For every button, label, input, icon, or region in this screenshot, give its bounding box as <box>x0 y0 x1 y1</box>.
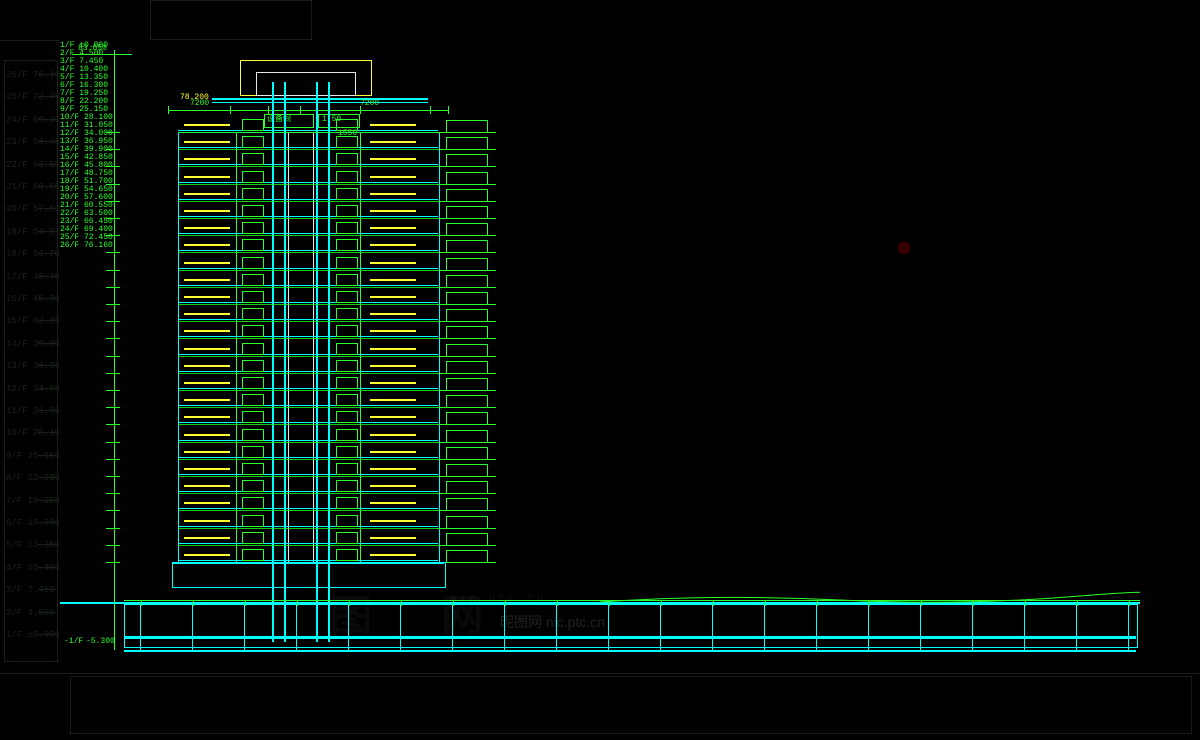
basement-band <box>124 604 1138 648</box>
floor-slab <box>178 166 438 167</box>
basement-column <box>816 604 817 650</box>
floor-slab <box>178 287 438 288</box>
floor-slab <box>178 184 438 185</box>
floor-slab <box>178 356 438 357</box>
terrain-line <box>600 590 1140 610</box>
floor-slab <box>178 545 438 546</box>
floor-slab <box>178 252 438 253</box>
cad-drawing-viewport: 1/F ±0.0002/F 4.5003/F 7.4504/F 10.4005/… <box>0 0 1200 740</box>
marker-dot <box>898 242 910 254</box>
floor-slab <box>178 373 438 374</box>
basement-column <box>244 604 245 650</box>
basement-column <box>608 604 609 650</box>
floor-slab <box>178 149 438 150</box>
basement-column <box>868 604 869 650</box>
basement-column <box>920 604 921 650</box>
floor-slab <box>178 528 438 529</box>
basement-column <box>400 604 401 650</box>
floor-slab <box>178 442 438 443</box>
floor-slab <box>178 510 438 511</box>
floor-slab <box>178 493 438 494</box>
floor-slab <box>178 132 438 133</box>
basement-column <box>192 604 193 650</box>
floor-slab <box>178 235 438 236</box>
floor-slab <box>178 390 438 391</box>
basement-column <box>764 604 765 650</box>
domain-watermark: NIC.PTC.CN <box>450 595 546 607</box>
dim-1: 7200 <box>190 100 209 108</box>
floor-slab <box>178 476 438 477</box>
floor-slab <box>178 338 438 339</box>
floor-slab <box>178 304 438 305</box>
floor-slab <box>178 201 438 202</box>
dimension-spine <box>114 50 115 650</box>
basement-column <box>296 604 297 650</box>
floor-slab <box>178 218 438 219</box>
basement-column <box>1076 604 1077 650</box>
lift-shaft <box>288 132 314 564</box>
basement-label: -1/F <box>64 638 83 646</box>
basement-column <box>348 604 349 650</box>
floor-slab <box>178 270 438 271</box>
floor-slab <box>178 321 438 322</box>
basement-column <box>140 604 141 650</box>
basement-column <box>504 604 505 650</box>
floor-slab <box>178 407 438 408</box>
basement-column <box>712 604 713 650</box>
basement-column <box>660 604 661 650</box>
dim-2: 7200 <box>360 100 379 108</box>
main-drawing-panel[interactable]: 图 网 昵图网 nic.ptc.cn 83.050 78.200 设备间 1:5… <box>60 42 1140 672</box>
basement-column <box>1128 604 1129 650</box>
floor-slab <box>178 424 438 425</box>
basement-column <box>1024 604 1025 650</box>
floor-label: 26/F 76.160 <box>60 242 113 250</box>
basement-column <box>452 604 453 650</box>
basement-column <box>972 604 973 650</box>
floor-slab <box>178 459 438 460</box>
basement-column <box>556 604 557 650</box>
